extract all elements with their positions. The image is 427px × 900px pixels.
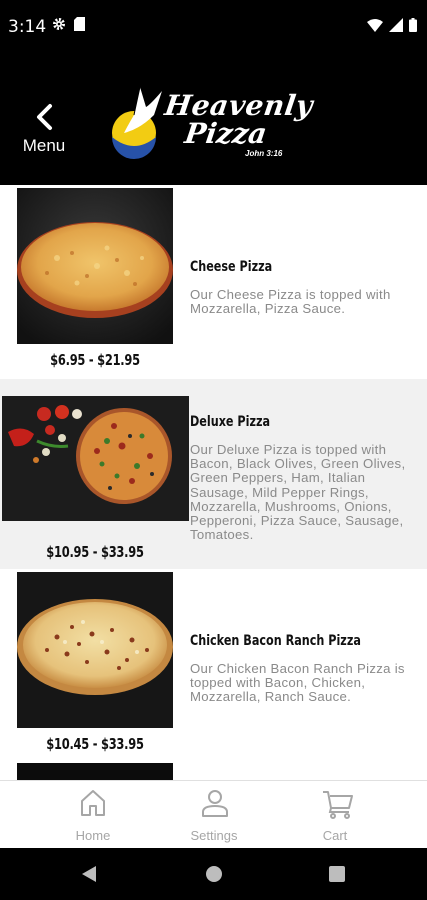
cart-icon xyxy=(322,789,354,824)
item-description: Our Cheese Pizza is topped with Mozzarel… xyxy=(190,287,391,317)
item-name: Cheese Pizza xyxy=(190,259,273,275)
item-price: $10.45 - $33.95 xyxy=(46,735,144,753)
menu-item[interactable]: $10.95 - $33.95 Deluxe Pizza Our Deluxe … xyxy=(0,379,427,569)
item-name: Deluxe Pizza xyxy=(190,414,271,430)
gear-icon xyxy=(52,17,66,36)
nav-cart-label: Cart xyxy=(322,828,348,843)
menu-item-list[interactable]: $6.95 - $21.95 Cheese Pizza Our Cheese P… xyxy=(0,185,427,780)
nav-settings-label: Settings xyxy=(190,828,238,843)
nav-home-label: Home xyxy=(75,828,111,843)
logo-title-pizza: Pizza xyxy=(182,117,269,150)
home-icon xyxy=(80,789,106,822)
battery-icon xyxy=(409,18,417,37)
chevron-left-icon xyxy=(35,103,53,136)
next-item-image-peek xyxy=(17,763,173,780)
item-description: Our Chicken Bacon Ranch Pizza is topped … xyxy=(190,661,405,705)
dove-emblem-icon xyxy=(112,86,162,159)
deluxe-pizza-image xyxy=(2,396,189,521)
status-bar: 3:14 xyxy=(0,0,427,55)
nav-home[interactable]: Home xyxy=(43,781,143,849)
recents-icon[interactable] xyxy=(328,865,346,888)
signal-icon xyxy=(389,18,403,37)
nav-settings[interactable]: Settings xyxy=(164,781,264,849)
menu-label: Menu xyxy=(22,136,66,155)
back-icon[interactable] xyxy=(80,865,98,888)
menu-item[interactable]: $10.45 - $33.95 Chicken Bacon Ranch Pizz… xyxy=(0,569,427,761)
item-price: $10.95 - $33.95 xyxy=(46,543,144,561)
system-navigation-bar xyxy=(0,848,427,900)
chicken-bacon-ranch-pizza-image xyxy=(17,572,173,728)
status-time: 3:14 xyxy=(8,17,47,37)
menu-item[interactable]: $6.95 - $21.95 Cheese Pizza Our Cheese P… xyxy=(0,185,427,379)
cheese-pizza-image xyxy=(17,188,173,344)
menu-button[interactable]: Menu xyxy=(16,103,72,158)
logo-verse: John 3:16 xyxy=(245,149,283,158)
heavenly-pizza-logo: Heavenly Pizza John 3:16 xyxy=(110,85,320,165)
bottom-navigation: Home Settings Cart xyxy=(0,780,427,848)
item-name: Chicken Bacon Ranch Pizza xyxy=(190,633,361,649)
home-circle-icon[interactable] xyxy=(205,865,223,888)
item-description: Our Deluxe Pizza is topped with Bacon, B… xyxy=(190,442,406,543)
nav-cart[interactable]: Cart xyxy=(285,781,385,849)
sim-card-icon xyxy=(74,17,85,36)
item-price: $6.95 - $21.95 xyxy=(50,351,140,369)
person-icon xyxy=(201,789,229,822)
app-header: Menu Heavenly Pizza John 3:16 xyxy=(0,55,427,185)
wifi-icon xyxy=(367,18,383,37)
